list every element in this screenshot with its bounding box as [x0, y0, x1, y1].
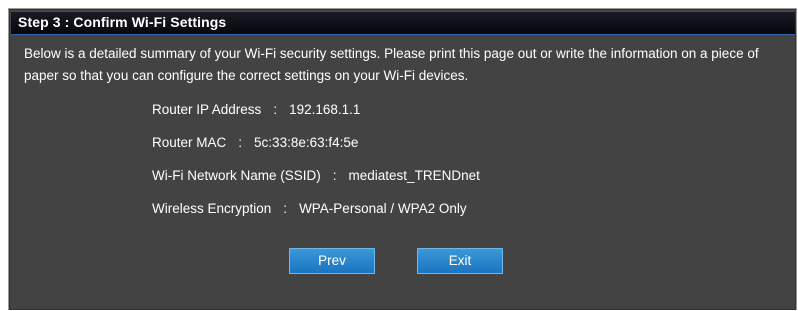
ssid-label: Wi-Fi Network Name (SSID) [152, 168, 321, 183]
router-ip-separator: : [273, 102, 278, 117]
exit-button[interactable]: Exit [417, 248, 503, 274]
encryption-separator: : [283, 201, 288, 216]
ssid-separator: : [332, 168, 337, 183]
encryption-value: WPA-Personal / WPA2 Only [299, 201, 467, 216]
router-mac-value: 5c:33:8e:63:f4:5e [254, 135, 359, 150]
router-mac-label: Router MAC [152, 135, 227, 150]
confirm-settings-panel: Step 3 : Confirm Wi-Fi Settings Below is… [9, 9, 796, 310]
router-ip-value: 192.168.1.1 [289, 102, 361, 117]
panel-title-bar: Step 3 : Confirm Wi-Fi Settings [11, 11, 795, 35]
encryption-row: Wireless Encryption: WPA-Personal / WPA2 … [152, 201, 467, 216]
router-ip-label: Router IP Address [152, 102, 262, 117]
ssid-row: Wi-Fi Network Name (SSID): mediatest_TREN… [152, 168, 480, 183]
encryption-label: Wireless Encryption [152, 201, 272, 216]
wizard-frame: Step 3 : Confirm Wi-Fi Settings Below is… [8, 8, 797, 310]
ssid-value: mediatest_TRENDnet [348, 168, 480, 183]
summary-description: Below is a detailed summary of your Wi-F… [24, 46, 759, 83]
prev-button[interactable]: Prev [289, 248, 375, 274]
router-mac-separator: : [238, 135, 243, 150]
router-ip-row: Router IP Address:192.168.1.1 [152, 102, 360, 117]
router-mac-row: Router MAC:5c:33:8e:63:f4:5e [152, 135, 358, 150]
step-title: Step 3 : Confirm Wi-Fi Settings [18, 14, 227, 30]
